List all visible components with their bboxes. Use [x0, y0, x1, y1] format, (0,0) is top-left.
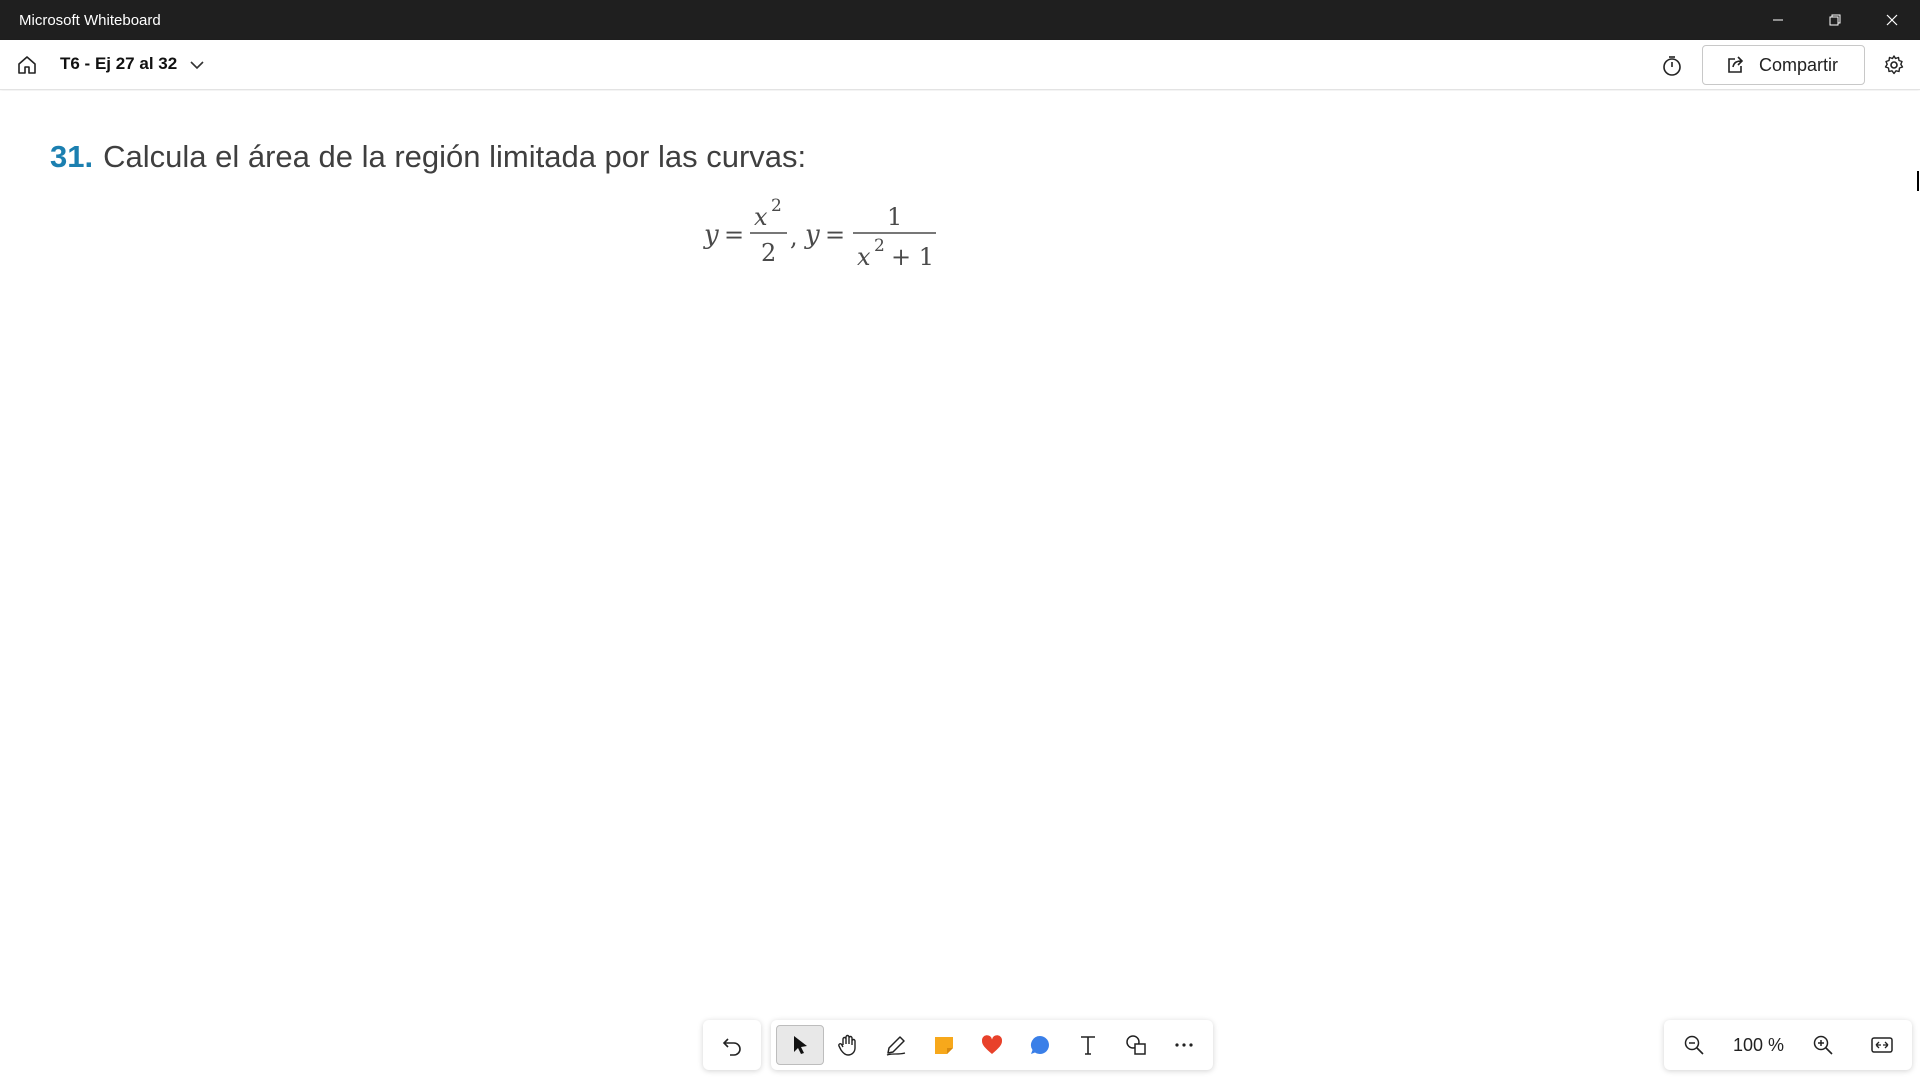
restore-icon: [1829, 14, 1840, 26]
formula-y1: y: [703, 220, 719, 250]
timer-button[interactable]: [1658, 52, 1686, 80]
share-label: Compartir: [1759, 54, 1839, 75]
title-bar: Microsoft Whiteboard: [0, 0, 1920, 40]
timer-icon: [1663, 56, 1681, 76]
minimize-button[interactable]: [1749, 0, 1806, 40]
whiteboard-canvas[interactable]: 31. Calcula el área de la región limitada…: [0, 91, 1920, 1080]
zoom-out-button[interactable]: [1674, 1025, 1714, 1065]
drawing-tools: [771, 1020, 1213, 1070]
pen-icon: [886, 1036, 906, 1056]
shapes-icon: [1126, 1035, 1146, 1055]
close-button[interactable]: [1863, 0, 1920, 40]
settings-button[interactable]: [1880, 51, 1908, 79]
share-button[interactable]: Compartir: [1702, 45, 1865, 85]
hand-icon: [838, 1034, 856, 1056]
zoom-in-button[interactable]: [1803, 1025, 1843, 1065]
problem-statement: 31. Calcula el área de la región limitada…: [50, 139, 806, 175]
chevron-down-icon[interactable]: [188, 56, 206, 74]
formula-comma: ,: [790, 223, 798, 251]
zoom-in-icon: [1813, 1035, 1833, 1055]
reaction-tool[interactable]: [968, 1025, 1016, 1065]
select-tool[interactable]: [776, 1025, 824, 1065]
home-icon: [18, 56, 36, 74]
sticky-note-icon: [935, 1037, 953, 1054]
minimize-icon: [1772, 19, 1783, 21]
problem-number: 31.: [50, 139, 94, 174]
app-toolbar: T6 - Ej 27 al 32 Compartir: [0, 40, 1920, 90]
window-controls: [1749, 0, 1920, 40]
formula-num2: 1: [887, 203, 902, 231]
formula-num1-base: x: [754, 203, 768, 231]
formula-eq1: =: [724, 221, 744, 249]
hand-tool[interactable]: [824, 1025, 872, 1065]
problem-text: Calcula el área de la región limitada po…: [103, 139, 807, 174]
formula-eq2: =: [825, 221, 845, 249]
formula-y2: y: [804, 220, 820, 250]
gear-icon: [1884, 55, 1904, 75]
fit-screen-icon: [1871, 1037, 1893, 1053]
chat-bubble-icon: [1030, 1036, 1049, 1054]
app-title: Microsoft Whiteboard: [19, 11, 161, 29]
text-cursor: [1917, 171, 1919, 191]
sticky-note-tool[interactable]: [920, 1025, 968, 1065]
undo-button[interactable]: [708, 1025, 756, 1065]
formula: y = x 2 2 , y = 1 x 2 + 1: [703, 196, 936, 271]
formula-den2-base: x: [857, 243, 871, 271]
zoom-level[interactable]: 100 %: [1733, 1035, 1784, 1056]
close-icon: [1886, 14, 1897, 26]
board-title[interactable]: T6 - Ej 27 al 32: [60, 54, 177, 74]
text-icon: [1081, 1036, 1095, 1055]
formula-den1: 2: [761, 239, 776, 267]
undo-group: [703, 1020, 761, 1070]
zoom-out-icon: [1684, 1035, 1704, 1055]
more-icon: [1175, 1043, 1193, 1047]
fit-to-screen-button[interactable]: [1862, 1025, 1902, 1065]
home-button[interactable]: [12, 50, 42, 80]
shapes-tool[interactable]: [1112, 1025, 1160, 1065]
heart-icon: [981, 1035, 1003, 1054]
pen-tool[interactable]: [872, 1025, 920, 1065]
comment-tool[interactable]: [1016, 1025, 1064, 1065]
formula-den2-rest: + 1: [891, 243, 934, 271]
tool-bar: [703, 1020, 1213, 1070]
select-arrow-icon: [794, 1036, 807, 1054]
restore-button[interactable]: [1806, 0, 1863, 40]
text-tool[interactable]: [1064, 1025, 1112, 1065]
more-tools-button[interactable]: [1160, 1025, 1208, 1065]
formula-den2-exp: 2: [874, 236, 885, 256]
zoom-controls: 100 %: [1664, 1020, 1912, 1070]
undo-icon: [722, 1038, 741, 1056]
formula-num1-exp: 2: [771, 196, 782, 216]
share-icon: [1728, 56, 1744, 73]
